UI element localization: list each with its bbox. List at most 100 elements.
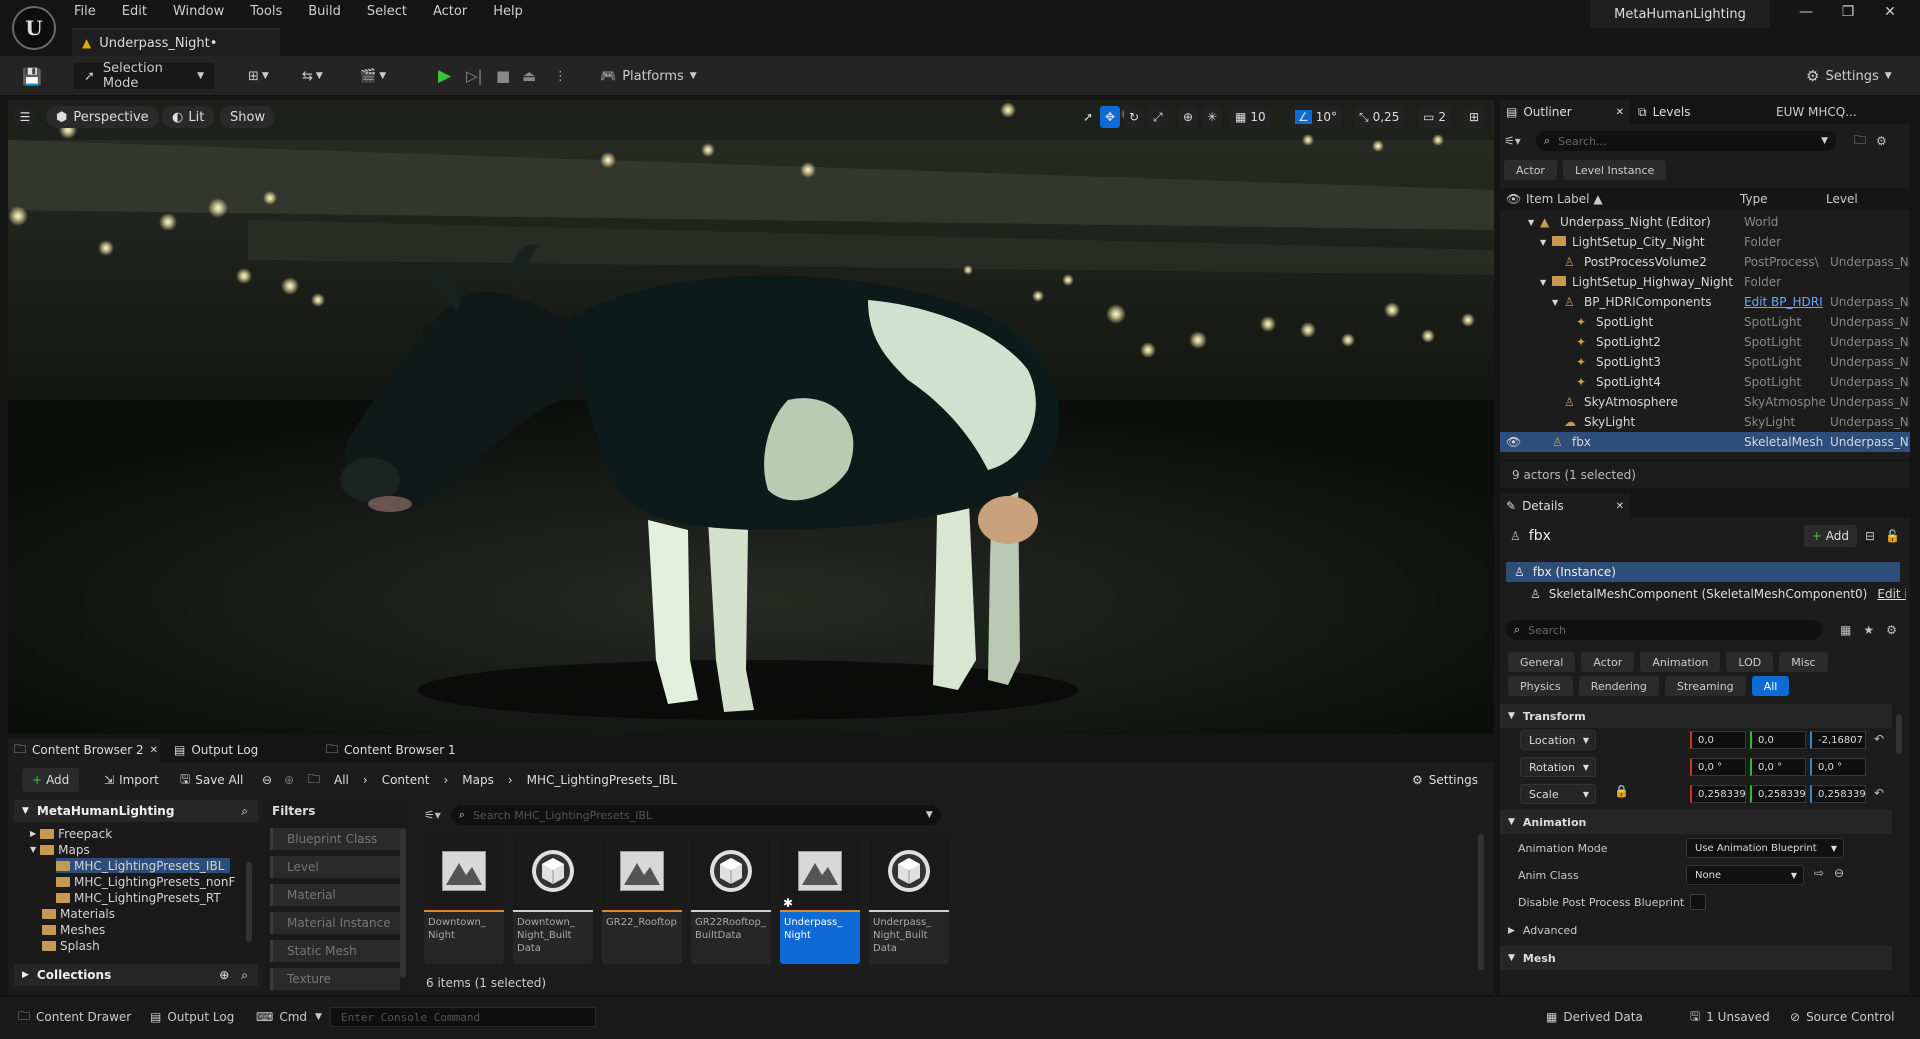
asset-search-input[interactable]: ⌕ Search MHC_LightingPresets_IBL ▼ <box>450 805 941 825</box>
menu-help[interactable]: Help <box>493 4 523 19</box>
translate-tool-icon[interactable]: ✥ <box>1100 106 1121 128</box>
menu-build[interactable]: Build <box>308 4 341 19</box>
filter-actor[interactable]: Actor <box>1581 652 1635 672</box>
outliner-row[interactable]: ✦ SpotLight4 SpotLight Underpass_N <box>1500 372 1910 392</box>
column-level[interactable]: Level <box>1826 192 1858 206</box>
history-back-icon[interactable]: ⊖ <box>262 773 272 787</box>
rotation-z-input[interactable]: 0,0 ° <box>1810 758 1866 776</box>
breadcrumb-current[interactable]: MHC_LightingPresets_IBL <box>527 773 677 787</box>
add-folder-icon[interactable]: 🗀 <box>1854 131 1866 152</box>
breadcrumb-all[interactable]: All <box>334 773 349 787</box>
menu-window[interactable]: Window <box>173 4 224 19</box>
column-type[interactable]: Type <box>1740 192 1768 206</box>
more-options-icon[interactable]: ⋮ <box>554 63 567 89</box>
folder-tree-header[interactable]: ▼ MetaHumanLighting ⌕ <box>14 800 258 822</box>
asset-type-filter[interactable]: Level <box>270 856 400 878</box>
reset-icon[interactable]: ↶ <box>1874 732 1884 746</box>
tree-scrollbar[interactable] <box>246 862 252 942</box>
outliner-row[interactable]: ▼ LightSetup_City_Night Folder <box>1500 232 1910 252</box>
save-all-button[interactable]: 🖫 Save All <box>180 770 243 791</box>
breadcrumb-content[interactable]: Content <box>382 773 430 787</box>
add-actor-icon[interactable]: ⊞ ▼ <box>248 63 269 89</box>
use-selected-icon[interactable]: ⊖ <box>1834 866 1844 880</box>
viewport-menu-icon[interactable]: ☰ <box>14 106 36 128</box>
filter-general[interactable]: General <box>1508 652 1576 672</box>
platforms-button[interactable]: 🎮 Platforms ▼ <box>600 63 697 89</box>
surface-snap-icon[interactable]: ✳ <box>1202 106 1223 128</box>
asset-tile[interactable]: GR22_Rooftop <box>602 834 682 964</box>
filter-all[interactable]: All <box>1751 676 1790 696</box>
asset-tile[interactable]: Downtown_ Night <box>424 834 504 964</box>
filter-streaming[interactable]: Streaming <box>1664 676 1746 696</box>
outliner-row[interactable]: ▼ ▲ Underpass_Night (Editor) World <box>1500 212 1910 232</box>
edit-in-link[interactable]: Edit in <box>1877 587 1906 601</box>
chip-level-instance[interactable]: Level Instance <box>1562 160 1667 180</box>
rotation-x-input[interactable]: 0,0 ° <box>1690 758 1746 776</box>
search-icon[interactable]: ⌕ <box>241 968 248 983</box>
location-dropdown[interactable]: Location ▼ <box>1520 730 1596 750</box>
menu-actor[interactable]: Actor <box>433 4 467 19</box>
rotation-y-input[interactable]: 0,0 ° <box>1750 758 1806 776</box>
folder-tree-item[interactable]: ▼ Maps <box>30 842 90 857</box>
expand-arrow-icon[interactable]: ▼ <box>1552 298 1558 307</box>
rotation-dropdown[interactable]: Rotation ▼ <box>1520 757 1596 777</box>
outliner-row[interactable]: ✦ SpotLight2 SpotLight Underpass_N <box>1500 332 1910 352</box>
expand-arrow-icon[interactable]: ▼ <box>1540 278 1546 287</box>
filter-animation[interactable]: Animation <box>1640 652 1721 672</box>
scale-x-input[interactable]: 0,258339 <box>1690 785 1746 803</box>
outliner-row[interactable]: ✦ SpotLight3 SpotLight Underpass_N <box>1500 352 1910 372</box>
anim-class-dropdown[interactable]: None ▼ <box>1686 865 1804 885</box>
eject-icon[interactable]: ⏏ <box>522 63 536 89</box>
menu-select[interactable]: Select <box>367 4 407 19</box>
animation-mode-dropdown[interactable]: Use Animation Blueprint ▼ <box>1686 838 1844 858</box>
location-x-input[interactable]: 0,0 <box>1690 731 1746 749</box>
visibility-icon[interactable]: 👁 <box>1506 435 1521 449</box>
component-row[interactable]: ♙ SkeletalMeshComponent (SkeletalMeshCom… <box>1530 584 1906 604</box>
filters-scrollbar[interactable] <box>400 828 406 978</box>
browse-asset-icon[interactable]: ⇨ <box>1814 866 1824 880</box>
asset-tile[interactable]: Underpass_ Night_Built Data <box>869 834 949 964</box>
menu-tools[interactable]: Tools <box>250 4 282 19</box>
maximize-icon[interactable]: ❐ <box>1838 4 1858 24</box>
grid-snap-button[interactable]: ▦ 10 <box>1230 106 1271 128</box>
content-browser-2-tab[interactable]: 🗀 Content Browser 2 ✕ <box>8 738 160 762</box>
folder-tree-item[interactable]: MHC_LightingPresets_IBL <box>56 858 231 873</box>
close-tab-icon[interactable]: ✕ <box>1616 501 1624 512</box>
outliner-row-type[interactable]: Edit BP_HDRI <box>1744 295 1823 309</box>
output-log-tab[interactable]: ▤ Output Log <box>160 743 320 757</box>
derived-data-button[interactable]: ▦ Derived Data <box>1546 1007 1643 1027</box>
folder-tree-item[interactable]: ▶ Freepack <box>30 826 112 841</box>
layout-icon[interactable]: ⊞ <box>1464 106 1485 128</box>
disable-post-process-checkbox[interactable] <box>1690 894 1706 910</box>
filter-rendering[interactable]: Rendering <box>1578 676 1659 696</box>
scale-z-input[interactable]: 0,258339 <box>1810 785 1866 803</box>
outliner-row[interactable]: ▼ ♙ BP_HDRIComponents Edit BP_HDRI Underpass… <box>1500 292 1910 312</box>
stop-icon[interactable]: ■ <box>496 63 510 89</box>
menu-edit[interactable]: Edit <box>122 4 147 19</box>
folder-tree-item[interactable]: MHC_LightingPresets_RT <box>56 890 221 905</box>
world-space-icon[interactable]: ⊕ <box>1178 106 1199 128</box>
outliner-row[interactable]: ✦ SpotLight SpotLight Underpass_N <box>1500 312 1910 332</box>
details-search-input[interactable]: ⌕ Search <box>1506 620 1822 640</box>
folder-tree-item[interactable]: MHC_LightingPresets_nonF <box>56 874 235 889</box>
cinematics-icon[interactable]: 🎬 ▼ <box>360 63 386 89</box>
outliner-row[interactable]: ☁ SkyLight SkyLight Underpass_N <box>1500 412 1910 432</box>
blueprints-icon[interactable]: ⇆ ▼ <box>302 63 323 89</box>
filter-physics[interactable]: Physics <box>1508 676 1573 696</box>
details-tab[interactable]: ✎ Details ✕ <box>1500 494 1630 518</box>
scale-snap-button[interactable]: ⤡ 0,25 <box>1354 106 1405 128</box>
cb-add-button[interactable]: + Add <box>22 768 80 792</box>
outliner-row[interactable]: 👁 ♙ fbx SkeletalMesh Underpass_N <box>1500 432 1910 452</box>
advanced-row[interactable]: ▶ Advanced <box>1508 924 1577 937</box>
angle-snap-button[interactable]: ∠ 10° <box>1290 106 1343 128</box>
scale-lock-icon[interactable]: 🔒 <box>1614 784 1629 798</box>
settings-button[interactable]: ⚙ Settings ▼ <box>1806 63 1892 89</box>
filter-lod[interactable]: LOD <box>1726 652 1774 672</box>
details-settings-icon[interactable]: ⚙ <box>1886 623 1897 637</box>
asset-type-filter[interactable]: Blueprint Class <box>270 828 400 850</box>
console-input[interactable]: Enter Console Command <box>330 1007 596 1027</box>
filter-icon[interactable]: ⚟▾ <box>1504 134 1536 148</box>
cb-settings-button[interactable]: ⚙ Settings <box>1412 773 1478 787</box>
outliner-search-input[interactable]: ⌕ Search... ▼ <box>1536 131 1836 151</box>
history-forward-icon[interactable]: ⊕ <box>284 773 294 787</box>
